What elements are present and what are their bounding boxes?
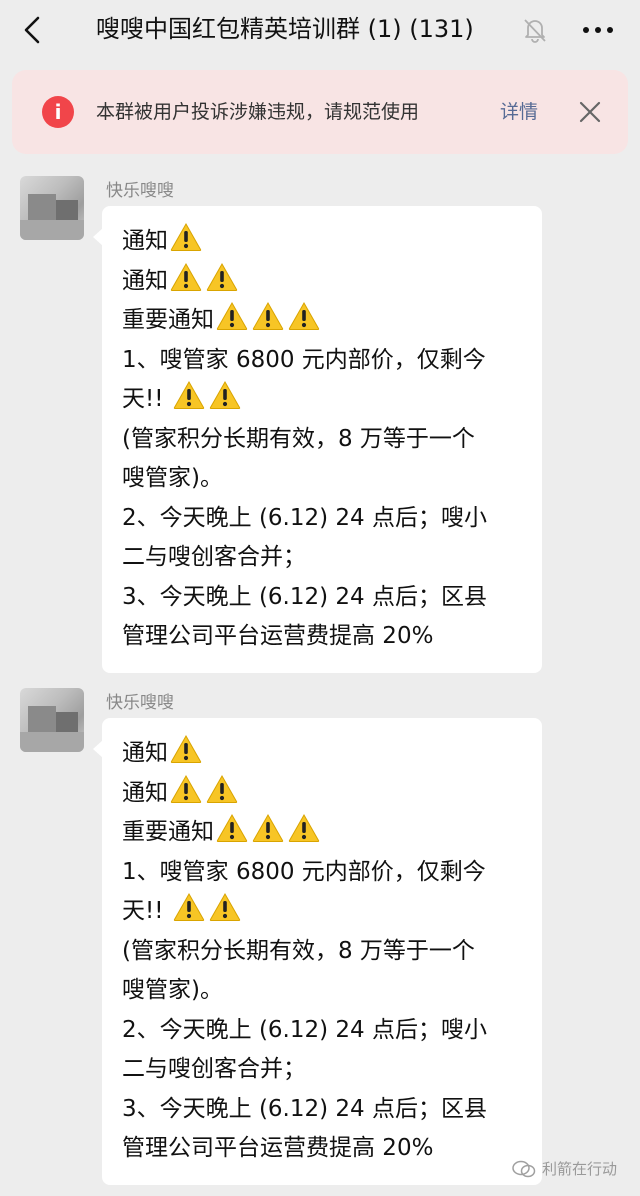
message-line-text: 1、嗖管家 6800 元内部价，仅剩今 [122, 858, 486, 885]
warning-sign-icon [209, 380, 241, 410]
warning-sign-icon [209, 892, 241, 922]
warning-emoji-group [216, 813, 320, 843]
message-line-text: 通知 [122, 740, 168, 766]
warning-sign-icon [170, 734, 202, 764]
sender-name: 快乐嗖嗖 [106, 181, 174, 201]
warning-emoji-group [216, 301, 320, 331]
message-line-text: (管家积分长期有效，8 万等于一个 [122, 425, 475, 452]
message-line: 重要通知 [122, 813, 524, 853]
warning-sign-icon [216, 813, 248, 843]
warning-sign-icon [170, 262, 202, 292]
message-line: 1、嗖管家 6800 元内部价，仅剩今 [122, 853, 524, 893]
message-line-text: 重要通知 [122, 819, 214, 845]
detail-link[interactable]: 详情 [500, 98, 538, 126]
message-line-text: 通知 [122, 228, 168, 254]
message-line: 通知 [122, 774, 524, 814]
message-line: 嗖管家)。 [122, 971, 524, 1011]
message-bubble[interactable]: 通知 通知 重要通知 1、嗖管家 6800 元内部价，仅剩今 天!! (管家积分长期有效… [93, 206, 542, 673]
warning-emoji-group [170, 734, 202, 764]
warning-sign-icon [170, 774, 202, 804]
warning-sign-icon [206, 774, 238, 804]
message-line-text: 管理公司平台运营费提高 20% [122, 1135, 434, 1161]
message-line-text: 二与嗖创客合并； [122, 544, 306, 570]
message-line: 通知 [122, 734, 524, 774]
close-icon[interactable] [578, 100, 602, 124]
message-line: 2、今天晚上 (6.12) 24 点后；嗖小 [122, 499, 524, 539]
message-line: 二与嗖创客合并； [122, 1050, 524, 1090]
message-line-text: 嗖管家)。 [122, 465, 223, 491]
message-line-text: 2、今天晚上 (6.12) 24 点后；嗖小 [122, 1016, 487, 1043]
warning-text: 本群被用户投诉涉嫌违规，请规范使用 [96, 101, 420, 123]
warning-emoji-group [173, 380, 241, 410]
message-line: 天!! [122, 892, 524, 932]
message-line: 3、今天晚上 (6.12) 24 点后；区县 [122, 1090, 524, 1130]
avatar[interactable] [20, 176, 84, 240]
message-line-text: 通知 [122, 779, 168, 806]
warning-emoji-group [173, 892, 241, 922]
message-line-text: 嗖管家)。 [122, 977, 223, 1003]
message-line: 重要通知 [122, 301, 524, 341]
message-bubble[interactable]: 通知 通知 重要通知 1、嗖管家 6800 元内部价，仅剩今 天!! (管家积分长期有效… [93, 718, 542, 1185]
watermark: 利箭在行动 [512, 1158, 617, 1179]
message-line: 二与嗖创客合并； [122, 538, 524, 578]
chat-title: 嗖嗖中国红包精英培训群 (1) (131) [96, 15, 474, 43]
message-line: 通知 [122, 222, 524, 262]
warning-sign-icon [216, 301, 248, 331]
warning-sign-icon [252, 813, 284, 843]
chevron-left-icon[interactable] [18, 14, 48, 46]
message-line-text: 管理公司平台运营费提高 20% [122, 623, 434, 649]
message-line: 嗖管家)。 [122, 459, 524, 499]
message-line: 通知 [122, 262, 524, 302]
warning-emoji-group [170, 262, 238, 292]
warning-emoji-group [170, 774, 238, 804]
message-line: 天!! [122, 380, 524, 420]
message-line: 3、今天晚上 (6.12) 24 点后；区县 [122, 578, 524, 618]
warning-sign-icon [206, 262, 238, 292]
message-line: 2、今天晚上 (6.12) 24 点后；嗖小 [122, 1011, 524, 1051]
message-line-text: 3、今天晚上 (6.12) 24 点后；区县 [122, 583, 487, 610]
warning-sign-icon [288, 813, 320, 843]
warning-sign-icon [173, 892, 205, 922]
message-line-text: 通知 [122, 267, 168, 294]
message-line-text: 1、嗖管家 6800 元内部价，仅剩今 [122, 346, 486, 373]
message-line: 管理公司平台运营费提高 20% [122, 617, 524, 657]
title-bar: 嗖嗖中国红包精英培训群 (1) (131) [0, 0, 640, 60]
message-line-text: 重要通知 [122, 307, 214, 333]
exclamation-circle-icon: i [42, 96, 74, 128]
complaint-warning-bar: i 本群被用户投诉涉嫌违规，请规范使用 详情 [12, 70, 628, 154]
message-line-text: 天!! [122, 898, 171, 924]
message-line-text: (管家积分长期有效，8 万等于一个 [122, 937, 475, 964]
sender-name: 快乐嗖嗖 [106, 693, 174, 713]
warning-sign-icon [252, 301, 284, 331]
message-line-text: 2、今天晚上 (6.12) 24 点后；嗖小 [122, 504, 487, 531]
message-line-text: 3、今天晚上 (6.12) 24 点后；区县 [122, 1095, 487, 1122]
avatar[interactable] [20, 688, 84, 752]
warning-sign-icon [173, 380, 205, 410]
more-dots-icon[interactable] [578, 18, 618, 42]
message-line: (管家积分长期有效，8 万等于一个 [122, 420, 524, 460]
warning-emoji-group [170, 222, 202, 252]
message-line: (管家积分长期有效，8 万等于一个 [122, 932, 524, 972]
message-line-text: 二与嗖创客合并； [122, 1056, 306, 1082]
warning-sign-icon [288, 301, 320, 331]
message-line-text: 天!! [122, 386, 171, 412]
wechat-official-account-icon [512, 1160, 536, 1178]
bell-off-icon [522, 16, 548, 44]
message-line: 管理公司平台运营费提高 20% [122, 1129, 524, 1169]
warning-sign-icon [170, 222, 202, 252]
watermark-text: 利箭在行动 [542, 1160, 618, 1178]
message-line: 1、嗖管家 6800 元内部价，仅剩今 [122, 341, 524, 381]
